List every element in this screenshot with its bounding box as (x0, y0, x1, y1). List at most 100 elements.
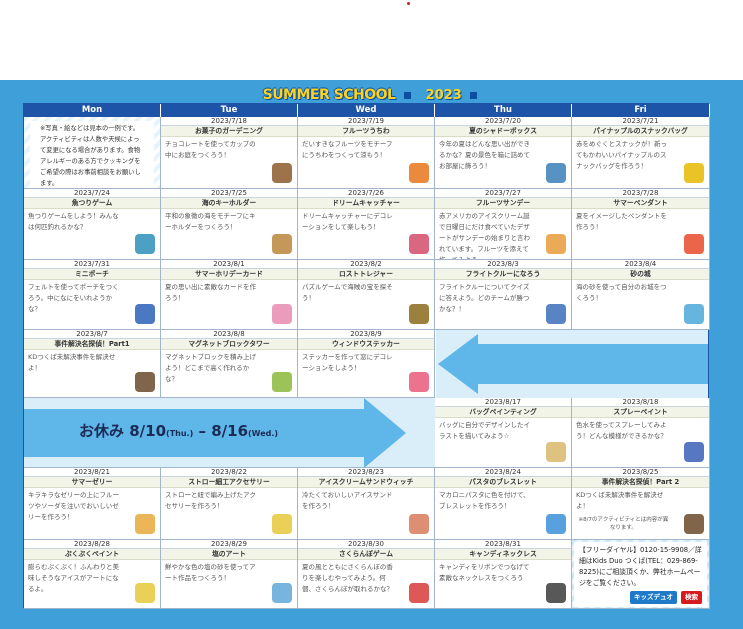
straw-icon (272, 514, 292, 534)
cell-date: 2023/8/7 (24, 330, 160, 339)
activity-title: 魚つりゲーム (24, 198, 160, 209)
holiday-dash: – (198, 422, 206, 440)
activity-description: 赤アメリカのアイスクリーム誕で日曜日にだけ食べていたデザートがサンデーの始まりと… (439, 212, 530, 260)
cell-date: 2023/8/22 (161, 468, 297, 477)
calendar-cell[interactable]: 2023/8/30 さくらんぼゲーム 夏の風とともにさくらんぼの香りを楽しむやってみ… (298, 540, 435, 609)
paint-icon (135, 583, 155, 603)
day-header-fri: Fri (572, 104, 710, 117)
cherry-icon (409, 583, 429, 603)
calendar-cell[interactable]: 2023/7/28 サマーペンダント 夏をイメージしたペンダントを作ろう！ (572, 189, 710, 260)
cell-date: 2023/8/4 (572, 260, 709, 269)
activity-title: アイスクリームサンドウィッチ (298, 477, 434, 488)
calendar-cell[interactable]: 2023/8/31 キャンディネックレス キャンディをリボンでつなげて素敵なネックレ… (435, 540, 572, 609)
calendar-cell[interactable]: 2023/7/26 ドリームキャッチャー ドリームキャッチャーにデコレーションをして… (298, 189, 435, 260)
activity-title: ロストトレジャー (298, 269, 434, 280)
calendar-cell[interactable]: 2023/8/28 ぷくぷくペイント 膨らむぷくぷく！ふんわりと美味しそうなアイスが… (24, 540, 161, 609)
activity-description: キャンディをリボンでつなげて素敵なネックレスをつくろう (439, 563, 530, 582)
activity-title: フライトクルーになろう (435, 269, 571, 280)
calendar-cell[interactable]: 2023/8/7 事件解決名探偵！Part1 KDつくば未解決事件を解決せよ！ (24, 330, 161, 398)
contact-text: 【フリーダイヤル】0120-15-9908／詳細はKids Duo つくば(TE… (579, 546, 702, 587)
activity-title: パイナップルのスナックバッグ (572, 126, 709, 137)
activity-description: ドリームキャッチャーにデコレーションをして楽しもう！ (302, 212, 393, 231)
activity-description: 膨らむぷくぷく！ふんわりと美味しそうなアイスがアートになるよ。 (28, 563, 119, 593)
activity-title: バッグペインティング (435, 407, 571, 418)
cell-date: 2023/8/23 (298, 468, 434, 477)
activity-title: サマーゼリー (24, 477, 160, 488)
left-arrow-head-icon (438, 334, 478, 394)
pineapple-icon (684, 163, 704, 183)
calendar-cell[interactable]: 2023/7/19 フルーツうちわ だいすきなフルーツをモチーフにうちわをつくって涼… (298, 117, 435, 189)
activity-description: パズルゲームで海賊の宝を探そう！ (302, 283, 393, 302)
spray-icon (684, 442, 704, 462)
calendar-cell[interactable]: 2023/7/25 海のキーホルダー 平和の象徴の海をモチーフにキーホルダーをつくろ… (161, 189, 298, 260)
icecream-icon (409, 514, 429, 534)
cell-date: 2023/8/8 (161, 330, 297, 339)
activity-title: スプレーペイント (572, 407, 709, 418)
activity-description: フライトクルーについてクイズに答えよう。どのチームが勝つかな？！ (439, 283, 530, 313)
calendar-cell[interactable]: 2023/8/4 砂の城 海の砂を使って自分のお城をつくろう！ (572, 260, 710, 330)
activity-title: 塩のアート (161, 549, 297, 560)
kidsduo-button[interactable]: キッズデュオ (630, 591, 677, 604)
cell-date: 2023/7/28 (572, 189, 709, 198)
right-arrow-head-icon (364, 398, 406, 468)
bracelet-icon (546, 514, 566, 534)
activity-title: ストロー細工アクセサリー (161, 477, 297, 488)
calendar-cell[interactable]: 2023/8/3 フライトクルーになろう フライトクルーについてクイズに答えよう。ど… (435, 260, 572, 330)
square-deco-icon (404, 92, 412, 99)
calendar-cell[interactable]: 2023/8/25 事件解決名探偵！Part 2 KDつくば未解決事件を解決せよ！ ※… (572, 468, 710, 540)
calendar-cell[interactable]: 2023/8/18 スプレーペイント 色水を使ってスプレーしてみよう！どんな模様がで… (572, 398, 710, 468)
calendar-cell[interactable]: 2023/7/24 魚つりゲーム魚つりゲームをしよう！みんなは何匹釣れるかな？ (24, 189, 161, 260)
activity-description: 色水を使ってスプレーしてみよう！どんな模様ができるかな？ (576, 421, 667, 440)
necklace-icon (546, 583, 566, 603)
cell-date: 2023/7/18 (161, 117, 297, 126)
calendar-cell[interactable]: 2023/7/27 フルーツサンデー 赤アメリカのアイスクリーム誕で日曜日にだけ食べ… (435, 189, 572, 260)
cell-date: 2023/7/20 (435, 117, 571, 126)
contact-info: 【フリーダイヤル】0120-15-9908／詳細はKids Duo つくば(TE… (574, 542, 707, 607)
activity-description: 魚つりゲームをしよう！みんなは何匹釣れるかな？ (28, 212, 119, 231)
activity-note: ※8/7のアクティビティとは内容が異なります。 (578, 517, 669, 531)
calendar-cell[interactable]: 2023/8/24 パスタのブレスレット マカロニパスタに色を付けて、ブレスレットを… (435, 468, 572, 540)
cell-date: 2023/7/24 (24, 189, 160, 198)
cell-date: 2023/7/21 (572, 117, 709, 126)
activity-title: ミニポーチ (24, 269, 160, 280)
calendar-cell[interactable]: 2023/7/20 夏のシャドーボックス 今年の夏はどんな思い出ができるかな？夏の景… (435, 117, 572, 189)
activity-title: パスタのブレスレット (435, 477, 571, 488)
holiday-arrow-left (436, 330, 708, 398)
dreamcatcher-icon (409, 234, 429, 254)
pouch-icon (135, 304, 155, 324)
calendar-cell[interactable]: 2023/8/22 ストロー細工アクセサリーストローと紐で編み上げたアクセサリーを… (161, 468, 298, 540)
activity-title: サマーペンダント (572, 198, 709, 209)
calendar-cell[interactable]: 2023/8/29 塩のアート 鮮やかな色の塩の砂を使ってアート作品をつくろう！ (161, 540, 298, 609)
cell-date: 2023/8/25 (572, 468, 709, 477)
pendant-icon (684, 234, 704, 254)
calendar-cell[interactable]: 2023/7/18 お菓子のガーデニング チョコレートを使ってカップの中にお庭をつく… (161, 117, 298, 189)
calendar-cell[interactable]: 2023/8/23 アイスクリームサンドウィッチ冷たくておいしいアイスサンドを作ろ… (298, 468, 435, 540)
calendar-cell[interactable]: 2023/8/1 サマーホリデーカード 夏の思い出に素敵なカードを作ろう！ (161, 260, 298, 330)
castle-icon (684, 304, 704, 324)
activity-title: キャンディネックレス (435, 549, 571, 560)
holiday-to: 8/16 (211, 422, 249, 440)
activity-title: 事件解決名探偵！Part1 (24, 339, 160, 350)
left-arrow-icon (478, 344, 708, 384)
calendar-cell[interactable]: 2023/8/9 ウィンドウステッカー ステッカーを作って窓にデコレーションをしよう… (298, 330, 435, 398)
sticker-icon (409, 372, 429, 392)
calendar-cell[interactable]: 2023/7/21 パイナップルのスナックバッグ 赤をめぐくとスナックが！新ってもか… (572, 117, 710, 189)
activity-description: 今年の夏はどんな思い出ができるかな？夏の景色を箱に詰めてお部屋に飾ろう！ (439, 140, 530, 170)
activity-description: 冷たくておいしいアイスサンドを作ろう！ (302, 491, 393, 510)
activity-description: ストローと紐で編み上げたアクセサリーを作ろう！ (165, 491, 256, 510)
activity-title: マグネットブロックタワー (161, 339, 297, 350)
cell-date: 2023/7/27 (435, 189, 571, 198)
calendar-cell[interactable]: 2023/8/2 ロストトレジャー パズルゲームで海賊の宝を探そう！ (298, 260, 435, 330)
cell-date: 2023/8/1 (161, 260, 297, 269)
search-button[interactable]: 検索 (681, 591, 702, 604)
calendar-cell[interactable]: 2023/8/21 サマーゼリー キラキラなゼリーの上にフルーツやソーダを注いでおい… (24, 468, 161, 540)
calendar-cell[interactable]: 2023/8/17 バッグペインティング バッグに自分でデザインしたイラストを描いて… (435, 398, 572, 468)
search-box: キッズデュオ 検索 (579, 591, 702, 604)
calendar-grid: Mon Tue Wed Thu Fri ※写真・絵などは見本の一例です。アクティビティは人… (23, 103, 710, 609)
calendar-cell[interactable]: 2023/8/8 マグネットブロックタワー マグネットブロックを積み上げよう！どこま… (161, 330, 298, 398)
activity-description: 夏の思い出に素敵なカードを作ろう！ (165, 283, 256, 302)
cell-date: 2023/8/9 (298, 330, 434, 339)
activity-title: ウィンドウステッカー (298, 339, 434, 350)
calendar-cell[interactable]: 2023/7/31 ミニポーチ フェルトを使ってポーチをつくろう。中になにをいれよう… (24, 260, 161, 330)
cup-icon (272, 163, 292, 183)
